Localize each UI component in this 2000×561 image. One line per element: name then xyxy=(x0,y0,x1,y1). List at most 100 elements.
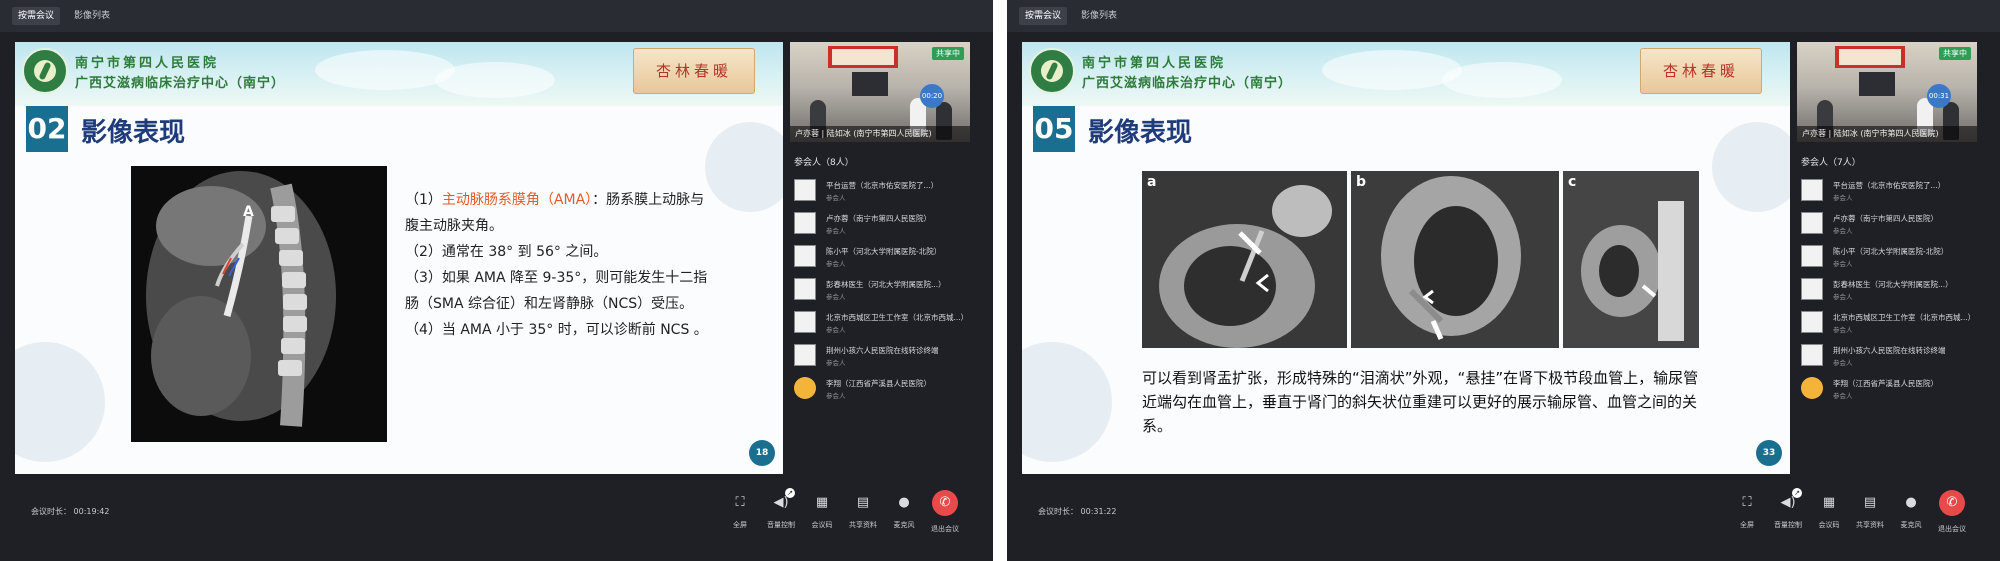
participant-item[interactable]: 陈小平（河北大学附属医院-北院） 参会人 xyxy=(794,241,984,274)
video-time-bubble: 00:20 xyxy=(920,84,944,108)
volume-badge-icon: ↗ xyxy=(785,488,795,498)
participant-name: 荆州小孩六人民医院在线转诊终端 xyxy=(826,346,939,355)
participant-role: 参会人 xyxy=(826,326,846,334)
control-label: 退出会议 xyxy=(931,525,959,533)
volume-badge-icon: ↗ xyxy=(1792,488,1802,498)
participant-item[interactable]: 李翔（江西省芦溪县人民医院） 参会人 xyxy=(1801,373,1991,406)
image-label: c xyxy=(1568,174,1577,190)
avatar xyxy=(1801,311,1823,333)
avatar xyxy=(1801,245,1823,267)
control-label: 退出会议 xyxy=(1938,525,1966,533)
participants-title: 参会人（7人） xyxy=(1801,158,1861,168)
top-tab-bar: 按需会议 影像列表 xyxy=(0,0,993,32)
tab-image-list[interactable]: 影像列表 xyxy=(1075,7,1123,25)
hospital-center-name: 广西艾滋病临床治疗中心（南宁） xyxy=(75,76,286,91)
avatar xyxy=(794,377,816,399)
leave-meeting-button[interactable]: ✆ 退出会议 xyxy=(1932,490,1972,542)
participant-role: 参会人 xyxy=(1833,293,1853,301)
volume-button[interactable]: ◀) ↗ 音量控制 xyxy=(761,488,801,542)
participant-item[interactable]: 彭春林医生（河北大学附属医院...） 参会人 xyxy=(794,274,984,307)
control-label: 会议码 xyxy=(1818,521,1840,529)
participant-item[interactable]: 北京市西城区卫生工作室（北京市西城...） 参会人 xyxy=(1801,307,1991,340)
tab-on-demand-meeting[interactable]: 按需会议 xyxy=(1019,7,1068,25)
microphone-icon: ● xyxy=(1905,495,1917,510)
speaker-video[interactable]: 共享中 00:31 卢亦蓉 | 陆如冰 (南宁市第四人民医院) xyxy=(1797,42,1977,142)
volume-button[interactable]: ◀) ↗ 音量控制 xyxy=(1768,488,1808,542)
avatar xyxy=(794,179,816,201)
video-caption: 卢亦蓉 | 陆如冰 (南宁市第四人民医院) xyxy=(790,126,970,142)
qrcode-icon: ▦ xyxy=(815,495,829,510)
microphone-icon: ● xyxy=(898,495,910,510)
participant-item[interactable]: 北京市西城区卫生工作室（北京市西城...） 参会人 xyxy=(794,307,984,340)
calligraphy-plaque: 杏林春暖 xyxy=(633,48,755,94)
fullscreen-button[interactable]: ⛶ 全屏 xyxy=(720,494,760,542)
paragraph-2: （2）通常在 38° 到 56° 之间。 xyxy=(405,244,608,260)
participant-name: 北京市西城区卫生工作室（北京市西城...） xyxy=(826,313,969,322)
control-label: 音量控制 xyxy=(1774,521,1802,529)
control-label: 共享资料 xyxy=(1856,521,1884,529)
ct-image-c: c xyxy=(1563,171,1699,348)
participant-list: 平台运营（北京市佑安医院了...） 参会人 卢亦蓉（南宁市第四人民医院） 参会人 陈… xyxy=(794,175,984,406)
participant-role: 参会人 xyxy=(826,293,846,301)
ct-image-b: b xyxy=(1351,171,1559,348)
microphone-button[interactable]: ● 麦克风 xyxy=(884,494,924,542)
participant-item[interactable]: 平台运营（北京市佑安医院了...） 参会人 xyxy=(794,175,984,208)
hospital-center-name: 广西艾滋病临床治疗中心（南宁） xyxy=(1082,76,1293,91)
control-label: 音量控制 xyxy=(767,521,795,529)
cloud-decoration xyxy=(1322,50,1462,90)
participant-item[interactable]: 平台运营（北京市佑安医院了...） 参会人 xyxy=(1801,175,1991,208)
hospital-name: 南宁市第四人民医院 xyxy=(1082,56,1227,71)
meeting-window-right: 按需会议 影像列表 南宁市第四人民医院 广西艾滋病临床治疗中心（南宁） 杏林春暖… xyxy=(1007,0,2000,561)
participant-item[interactable]: 卢亦蓉（南宁市第四人民医院） 参会人 xyxy=(1801,208,1991,241)
participant-item[interactable]: 荆州小孩六人民医院在线转诊终端 参会人 xyxy=(794,340,984,373)
cloud-decoration xyxy=(315,50,455,90)
participant-item[interactable]: 陈小平（河北大学附属医院-北院） 参会人 xyxy=(1801,241,1991,274)
paragraph-1: （1）主动脉肠系膜角（AMA）：肠系膜上动脉与腹主动脉夹角。 xyxy=(405,192,705,234)
meeting-code-button[interactable]: ▦ 会议码 xyxy=(802,494,842,542)
participant-list: 平台运营（北京市佑安医院了...） 参会人 卢亦蓉（南宁市第四人民医院） 参会人 陈… xyxy=(1801,175,1991,406)
paragraph-4: （4）当 AMA 小于 35° 时，可以诊断前 NCS 。 xyxy=(405,322,708,338)
participant-name: 陈小平（河北大学附属医院-北院） xyxy=(1833,247,1949,256)
control-label: 麦克风 xyxy=(893,521,915,529)
image-label: A xyxy=(243,204,254,220)
flower-decoration xyxy=(705,122,783,212)
projector-screen xyxy=(852,72,888,96)
avatar xyxy=(1801,278,1823,300)
participant-item[interactable]: 卢亦蓉（南宁市第四人民医院） 参会人 xyxy=(794,208,984,241)
share-materials-button[interactable]: ▤ 共享资料 xyxy=(1850,494,1890,542)
participant-role: 参会人 xyxy=(1833,194,1853,202)
slide-body-text: （1）主动脉肠系膜角（AMA）：肠系膜上动脉与腹主动脉夹角。 （2）通常在 38… xyxy=(405,187,710,343)
ct-sagittal-image: A xyxy=(131,166,387,442)
avatar xyxy=(794,212,816,234)
slide-body-text: 可以看到肾盂扩张，形成特殊的“泪滴状”外观，“悬挂”在肾下极节段血管上，输尿管近… xyxy=(1142,369,1699,435)
cloud-decoration xyxy=(1442,62,1562,98)
qrcode-icon: ▦ xyxy=(1822,495,1836,510)
fullscreen-button[interactable]: ⛶ 全屏 xyxy=(1727,494,1767,542)
share-materials-button[interactable]: ▤ 共享资料 xyxy=(843,494,883,542)
participant-item[interactable]: 彭春林医生（河北大学附属医院...） 参会人 xyxy=(1801,274,1991,307)
participants-title: 参会人（8人） xyxy=(794,158,854,168)
participant-name: 平台运营（北京市佑安医院了...） xyxy=(1833,181,1946,190)
document-icon: ▤ xyxy=(856,495,870,510)
avatar xyxy=(1801,377,1823,399)
control-label: 共享资料 xyxy=(849,521,877,529)
speaker-video[interactable]: 共享中 00:20 卢亦蓉 | 陆如冰 (南宁市第四人民医院) xyxy=(790,42,970,142)
control-label: 全屏 xyxy=(733,521,747,529)
microphone-button[interactable]: ● 麦克风 xyxy=(1891,494,1931,542)
slide-page-number: 33 xyxy=(1756,440,1782,466)
image-label: b xyxy=(1356,174,1367,190)
tab-on-demand-meeting[interactable]: 按需会议 xyxy=(12,7,61,25)
calligraphy-plaque: 杏林春暖 xyxy=(1640,48,1762,94)
meeting-window-left: 按需会议 影像列表 南宁市第四人民医院 广西艾滋病临床治疗中心（南宁） 杏林春暖… xyxy=(0,0,993,561)
participant-role: 参会人 xyxy=(826,260,846,268)
participant-item[interactable]: 荆州小孩六人民医院在线转诊终端 参会人 xyxy=(1801,340,1991,373)
tab-image-list[interactable]: 影像列表 xyxy=(68,7,116,25)
leave-meeting-button[interactable]: ✆ 退出会议 xyxy=(925,490,965,542)
slide-title: 影像表现 xyxy=(81,118,186,148)
flower-decoration xyxy=(15,342,105,462)
meeting-code-button[interactable]: ▦ 会议码 xyxy=(1809,494,1849,542)
participant-item[interactable]: 李翔（江西省芦溪县人民医院） 参会人 xyxy=(794,373,984,406)
avatar xyxy=(794,311,816,333)
control-label: 会议码 xyxy=(811,521,833,529)
video-time-bubble: 00:31 xyxy=(1927,84,1951,108)
